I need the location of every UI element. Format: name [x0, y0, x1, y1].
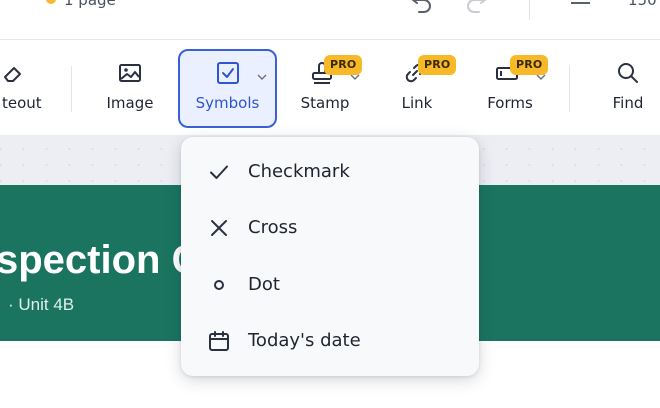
- page-count: 1 page: [46, 0, 116, 9]
- toolbar: teout Image Symbols PRO Stamp PRO Link P…: [0, 41, 660, 135]
- app-window: 1 page 150 teout Image Symbols PRO Stamp…: [0, 0, 660, 408]
- calendar-icon: [209, 331, 229, 351]
- pro-badge: PRO: [510, 55, 549, 75]
- zoom-out-icon[interactable]: [571, 2, 590, 4]
- stamp-label: Stamp: [300, 94, 350, 112]
- stamp-tool[interactable]: PRO Stamp: [290, 41, 363, 135]
- checkbox-icon: [217, 62, 239, 84]
- image-tool[interactable]: Image: [95, 41, 165, 135]
- symbols-dropdown-menu: Checkmark Cross Dot Today's date: [181, 137, 479, 376]
- menu-item-todays-date[interactable]: Today's date: [181, 316, 479, 366]
- image-icon: [119, 64, 141, 82]
- page-status-dot: [46, 0, 56, 4]
- checkmark-icon: [210, 165, 228, 179]
- strikeout-tool[interactable]: teout: [0, 41, 50, 135]
- top-divider: [529, 0, 530, 20]
- menu-item-label: Checkmark: [248, 161, 350, 182]
- menu-item-checkmark[interactable]: Checkmark: [181, 147, 479, 197]
- pro-badge: PRO: [418, 55, 457, 75]
- toolbar-divider: [569, 66, 570, 112]
- toolbar-divider: [71, 66, 72, 112]
- chevron-down-icon: [257, 74, 267, 80]
- link-tool[interactable]: PRO Link: [382, 41, 457, 135]
- search-icon: [618, 63, 638, 83]
- top-bar: 1 page 150: [0, 0, 660, 40]
- pro-badge: PRO: [324, 55, 363, 75]
- menu-item-label: Dot: [248, 274, 280, 295]
- menu-item-label: Cross: [248, 217, 298, 238]
- eraser-icon: [4, 67, 21, 82]
- zoom-level[interactable]: 150: [628, 0, 657, 9]
- redo-icon[interactable]: [462, 0, 488, 14]
- symbols-label: Symbols: [195, 94, 260, 112]
- find-label: Find: [612, 94, 644, 112]
- symbols-tool[interactable]: Symbols: [178, 41, 277, 135]
- menu-item-label: Today's date: [248, 330, 361, 351]
- document-title: spection C: [0, 238, 201, 282]
- image-label: Image: [106, 94, 154, 112]
- cross-icon: [211, 220, 227, 236]
- forms-tool[interactable]: PRO Forms: [475, 41, 549, 135]
- menu-item-cross[interactable]: Cross: [181, 203, 479, 253]
- document-subtitle: · Unit 4B: [8, 295, 75, 314]
- strikeout-label: teout: [2, 94, 42, 112]
- find-tool[interactable]: Find: [595, 41, 660, 135]
- forms-label: Forms: [487, 94, 533, 112]
- page-count-label: 1 page: [64, 0, 116, 9]
- undo-icon[interactable]: [410, 0, 436, 14]
- menu-item-dot[interactable]: Dot: [181, 260, 479, 310]
- dot-icon: [214, 280, 224, 290]
- link-label: Link: [401, 94, 433, 112]
